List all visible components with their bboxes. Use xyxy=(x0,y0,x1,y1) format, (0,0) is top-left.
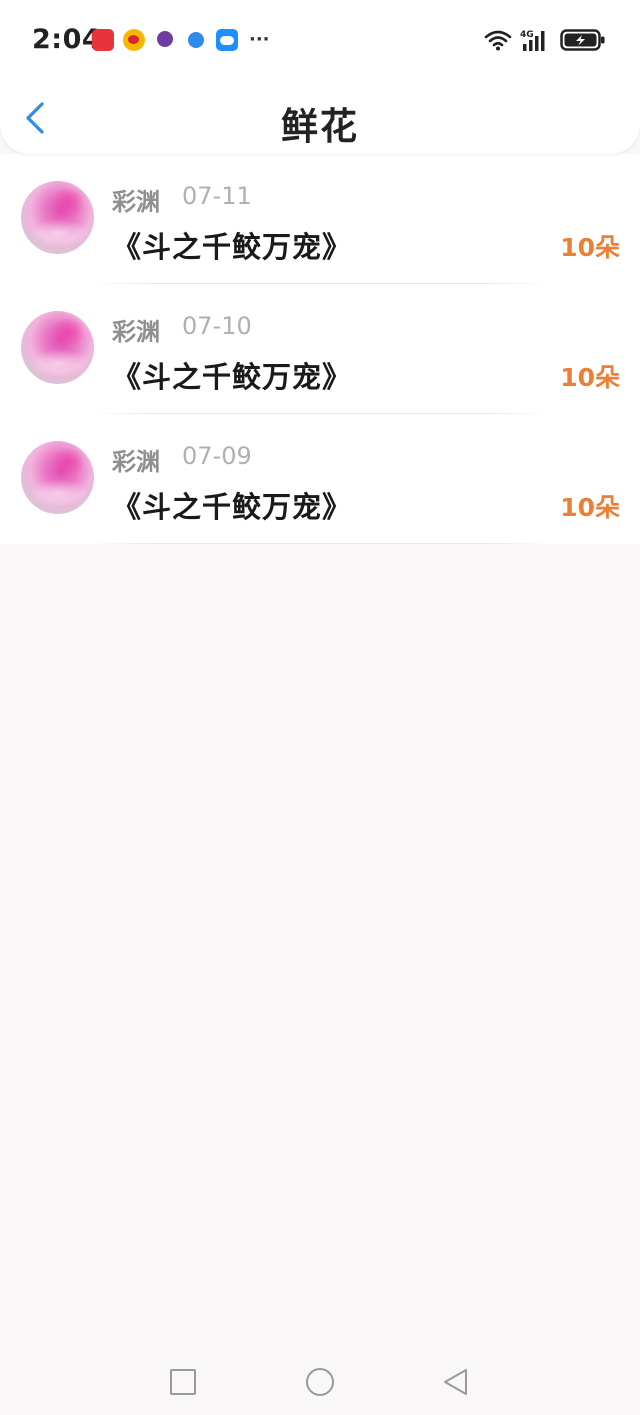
divider xyxy=(90,543,550,544)
link-icon xyxy=(185,29,207,51)
battery-charging-icon xyxy=(560,29,605,51)
status-time: 2:04 xyxy=(32,24,102,55)
avatar[interactable] xyxy=(21,181,94,254)
page-title: 鲜花 xyxy=(281,105,359,148)
flower-amount: 10朵 xyxy=(560,493,620,522)
flower-record-list: 彩渊 07-11 《斗之千鲛万宠》 10朵 彩渊 07-10 《斗之千鲛万宠》 … xyxy=(0,154,640,544)
list-item[interactable]: 彩渊 07-09 《斗之千鲛万宠》 10朵 xyxy=(0,414,640,544)
avatar[interactable] xyxy=(21,311,94,384)
game-icon xyxy=(154,29,176,51)
wifi-icon xyxy=(484,30,512,51)
date: 07-10 xyxy=(182,312,252,340)
more-notifications-icon: ··· xyxy=(249,29,270,50)
notification-icons: ··· xyxy=(92,28,270,52)
flower-amount: 10朵 xyxy=(560,363,620,392)
nav-bar: 鲜花 xyxy=(0,82,640,154)
date: 07-11 xyxy=(182,182,252,210)
cellular-signal-icon: 4G xyxy=(520,30,545,51)
flower-amount: 10朵 xyxy=(560,233,620,262)
network-type-label: 4G xyxy=(520,30,534,40)
username: 彩渊 xyxy=(112,318,160,346)
book-title[interactable]: 《斗之千鲛万宠》 xyxy=(112,224,352,266)
home-circle-icon[interactable] xyxy=(305,1367,335,1397)
weibo-icon xyxy=(123,29,145,51)
book-title[interactable]: 《斗之千鲛万宠》 xyxy=(112,354,352,396)
header: 2:04 ··· 4G 鲜花 xyxy=(0,0,640,154)
system-navigation-bar xyxy=(0,1345,640,1415)
list-item[interactable]: 彩渊 07-10 《斗之千鲛万宠》 10朵 xyxy=(0,284,640,414)
list-item[interactable]: 彩渊 07-11 《斗之千鲛万宠》 10朵 xyxy=(0,154,640,284)
status-bar: 2:04 ··· 4G xyxy=(0,0,640,80)
book-title[interactable]: 《斗之千鲛万宠》 xyxy=(112,484,352,526)
status-icons: 4G xyxy=(484,27,606,53)
avatar[interactable] xyxy=(21,441,94,514)
weather-icon xyxy=(216,29,238,51)
username: 彩渊 xyxy=(112,188,160,216)
recent-apps-square-icon[interactable] xyxy=(168,1367,198,1397)
huawei-appgallery-icon xyxy=(92,29,114,51)
back-triangle-icon[interactable] xyxy=(441,1367,471,1397)
username: 彩渊 xyxy=(112,448,160,476)
date: 07-09 xyxy=(182,442,252,470)
